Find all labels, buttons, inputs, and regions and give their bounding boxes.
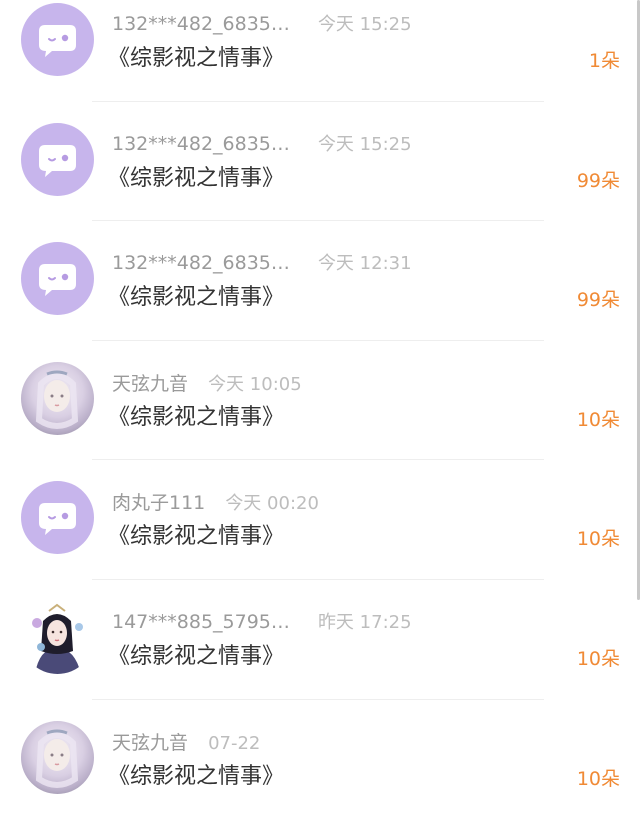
book-title: 《综影视之情事》 bbox=[108, 46, 285, 71]
avatar[interactable] bbox=[21, 481, 94, 555]
avatar[interactable] bbox=[21, 720, 94, 794]
list-item[interactable]: 肉丸子111 今天 00:20 《综影视之情事》 10朵 bbox=[0, 460, 640, 580]
user-name: 天弦九音 bbox=[112, 372, 189, 395]
avatar[interactable] bbox=[21, 361, 94, 435]
row-meta: 132***482_6835… 今天 15:25 bbox=[112, 130, 412, 155]
gift-amount: 10朵 bbox=[576, 767, 620, 790]
portrait-icon bbox=[32, 603, 83, 674]
chat-bubble-icon bbox=[39, 25, 76, 57]
gift-amount: 10朵 bbox=[576, 408, 620, 431]
book-title: 《综影视之情事》 bbox=[108, 404, 285, 430]
book-title: 《综影视之情事》 bbox=[108, 643, 285, 669]
gift-amount: 10朵 bbox=[576, 528, 620, 551]
user-name: 147***885_5795… bbox=[112, 610, 290, 633]
avatar[interactable] bbox=[21, 242, 94, 316]
user-name: 132***482_6835… bbox=[112, 252, 290, 275]
list-item[interactable]: 天弦九音 07-22 《综影视之情事》 10朵 bbox=[0, 700, 640, 820]
avatar[interactable] bbox=[21, 600, 94, 674]
timestamp: 昨天 17:25 bbox=[317, 611, 412, 633]
user-name: 132***482_6835… bbox=[112, 13, 290, 35]
avatar[interactable] bbox=[21, 3, 94, 76]
user-name: 肉丸子111 bbox=[112, 492, 206, 515]
row-meta: 天弦九音 07-22 bbox=[112, 728, 261, 754]
gift-amount: 99朵 bbox=[576, 289, 620, 312]
timestamp: 今天 12:31 bbox=[317, 253, 412, 275]
portrait-icon bbox=[35, 729, 79, 788]
row-meta: 132***482_6835… 今天 12:31 bbox=[112, 249, 412, 275]
list-item[interactable]: 天弦九音 今天 10:05 《综影视之情事》 10朵 bbox=[0, 341, 640, 461]
timestamp: 今天 00:20 bbox=[225, 493, 319, 515]
timestamp: 今天 15:25 bbox=[317, 133, 412, 155]
row-meta: 132***482_6835… 今天 15:25 bbox=[112, 10, 412, 35]
list-item[interactable]: 132***482_6835… 今天 12:31 《综影视之情事》 99朵 bbox=[0, 221, 640, 341]
row-meta: 天弦九音 今天 10:05 bbox=[112, 369, 302, 395]
row-meta: 肉丸子111 今天 00:20 bbox=[112, 488, 319, 515]
gift-amount: 99朵 bbox=[576, 169, 620, 192]
gift-list: 132***482_6835… 今天 15:25 《综影视之情事》 1朵 132… bbox=[0, 0, 640, 819]
user-name: 天弦九音 bbox=[112, 731, 189, 754]
row-meta: 147***885_5795… 昨天 17:25 bbox=[112, 608, 412, 633]
user-name: 132***482_6835… bbox=[112, 132, 290, 155]
list-item[interactable]: 147***885_5795… 昨天 17:25 《综影视之情事》 10朵 bbox=[0, 580, 640, 700]
list-item[interactable]: 132***482_6835… 今天 15:25 《综影视之情事》 99朵 bbox=[0, 102, 640, 222]
chat-bubble-icon bbox=[39, 264, 76, 297]
book-title: 《综影视之情事》 bbox=[108, 285, 285, 311]
list-item[interactable]: 132***482_6835… 今天 15:25 《综影视之情事》 1朵 bbox=[0, 0, 640, 102]
avatar[interactable] bbox=[21, 122, 94, 196]
timestamp: 今天 15:25 bbox=[317, 14, 412, 35]
timestamp: 07-22 bbox=[208, 732, 261, 754]
book-title: 《综影视之情事》 bbox=[108, 763, 285, 789]
gift-amount: 1朵 bbox=[588, 50, 620, 72]
chat-bubble-icon bbox=[39, 503, 76, 536]
gift-amount: 10朵 bbox=[576, 647, 620, 670]
book-title: 《综影视之情事》 bbox=[108, 524, 285, 550]
portrait-icon bbox=[35, 370, 79, 429]
chat-bubble-icon bbox=[39, 144, 76, 177]
book-title: 《综影视之情事》 bbox=[108, 165, 285, 191]
timestamp: 今天 10:05 bbox=[208, 373, 302, 395]
